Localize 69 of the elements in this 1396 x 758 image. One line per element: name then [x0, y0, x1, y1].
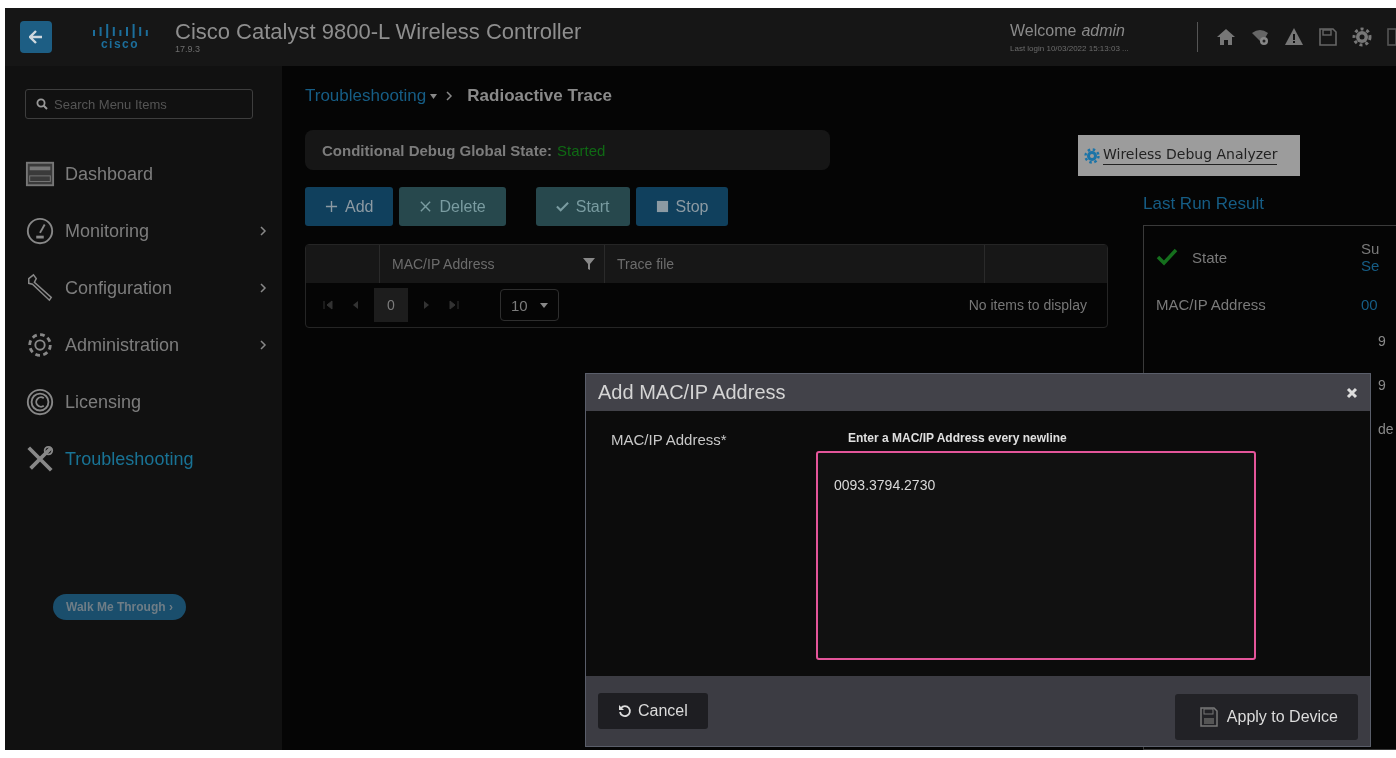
filter-icon[interactable] [582, 257, 596, 271]
close-icon [419, 200, 433, 213]
product-title: Cisco Catalyst 9800-L Wireless Controller [175, 20, 582, 44]
search-icon [36, 98, 48, 110]
page-size-dropdown[interactable]: 10 [500, 289, 559, 321]
close-icon[interactable] [1346, 386, 1358, 399]
home-icon[interactable] [1216, 27, 1236, 47]
gear-icon [1084, 147, 1100, 164]
field-hint: Enter a MAC/IP Address every newline [848, 431, 1068, 445]
last-login-text: Last login 10/03/2022 15:13:03 ... [1010, 43, 1130, 53]
debug-state-label: Conditional Debug Global State: [322, 141, 552, 159]
sidebar-item[interactable]: Monitoring [25, 214, 282, 248]
state-link[interactable]: Se [1361, 257, 1396, 274]
mac-address-value[interactable]: 00 [1361, 296, 1396, 313]
chevron-icon [445, 90, 454, 102]
logo-wordmark: cisco [100, 38, 140, 50]
toolbar-button[interactable]: Add [305, 187, 394, 226]
walk-me-through-button[interactable]: Walk Me Through › [53, 594, 186, 620]
back-button[interactable] [20, 21, 52, 53]
last-run-title: Last Run Result [1143, 194, 1265, 214]
gear-icon [25, 330, 55, 360]
mac-address-label: MAC/IP Address [1156, 296, 1267, 313]
sidebar-item[interactable]: Troubleshooting [25, 442, 282, 476]
caret-icon [430, 93, 438, 99]
caret-icon [539, 302, 548, 308]
check-icon [555, 200, 569, 213]
save-icon[interactable] [1318, 27, 1338, 47]
page-number[interactable]: 0 [374, 288, 408, 322]
back-arrow-icon [29, 30, 43, 44]
sidebar-item[interactable]: Configuration [25, 271, 282, 305]
settings-icon[interactable] [1352, 27, 1372, 47]
wrench-icon [25, 273, 55, 303]
warning-icon[interactable] [1284, 27, 1304, 47]
tools-icon [25, 444, 55, 474]
state-label: State [1192, 248, 1228, 266]
undo-icon [618, 704, 632, 718]
column-header[interactable]: MAC/IP Address [392, 256, 495, 272]
dialog-title: Add MAC/IP Address [598, 381, 786, 404]
wireless-gear-icon[interactable] [1250, 27, 1270, 47]
license-icon [25, 387, 55, 417]
stop-icon [655, 200, 669, 213]
breadcrumb-link[interactable]: Troubleshooting [305, 86, 438, 106]
page-title: Radioactive Trace [467, 86, 612, 106]
column-header[interactable]: Trace file [617, 256, 675, 272]
result-value: de [1378, 421, 1395, 437]
save-icon [1198, 706, 1219, 728]
logo-bars-icon [91, 24, 149, 38]
dashboard-icon [25, 159, 55, 189]
apply-to-device-button[interactable]: Apply to Device [1174, 694, 1358, 740]
plus-icon [325, 200, 338, 213]
gauge-icon [25, 216, 55, 246]
debug-state-value: Started [557, 141, 606, 159]
field-label: MAC/IP Address* [611, 431, 728, 450]
sidebar-item[interactable]: Administration [25, 328, 282, 362]
user-name: admin [1081, 21, 1125, 40]
toolbar-button[interactable]: Stop [635, 187, 729, 226]
result-value: 9 [1378, 333, 1387, 349]
check-icon [1156, 248, 1178, 266]
sidebar-item[interactable]: Dashboard [25, 157, 282, 191]
empty-table-message: No items to display [968, 297, 1087, 313]
wireless-debug-analyzer-button[interactable]: Wireless Debug Analyzer [1078, 135, 1300, 176]
address-input-field[interactable]: 0093.3794.2730 [816, 451, 1256, 660]
sidebar-item[interactable]: Licensing [25, 385, 282, 419]
version-label: 17.9.3 [175, 44, 202, 54]
result-value: 9 [1378, 377, 1387, 393]
search-field[interactable]: Search Menu Items [25, 89, 253, 119]
state-value: Su [1361, 240, 1381, 257]
cancel-button[interactable]: Cancel [598, 693, 708, 729]
welcome-text: Welcome [1010, 21, 1077, 40]
